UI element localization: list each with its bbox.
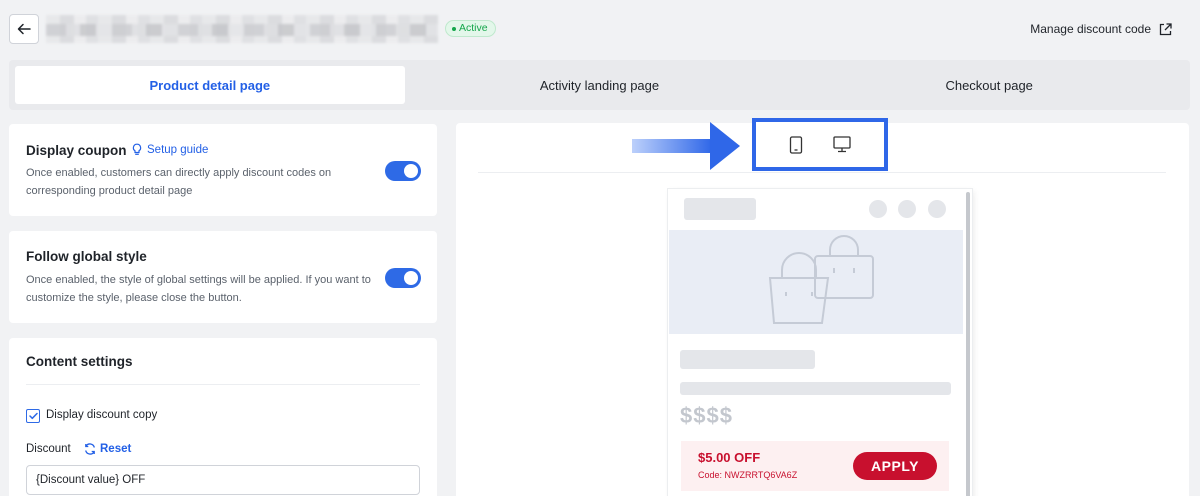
coupon-code: Code: NWZRRTQ6VA6Z <box>698 470 798 480</box>
status-badge: Active <box>445 20 496 37</box>
apply-button[interactable]: APPLY <box>853 452 937 480</box>
display-discount-copy-checkbox[interactable] <box>26 409 40 423</box>
tab-checkout-page[interactable]: Checkout page <box>794 66 1184 104</box>
reset-label: Reset <box>100 443 132 455</box>
header: Active Manage discount code <box>0 0 1200 58</box>
tab-activity-landing-page[interactable]: Activity landing page <box>405 66 795 104</box>
mock-header-icon <box>869 200 887 218</box>
mock-logo-placeholder <box>684 198 756 220</box>
mobile-icon[interactable] <box>789 135 803 154</box>
reset-icon <box>85 443 95 455</box>
external-link-icon <box>1159 22 1172 35</box>
follow-global-style-description: Once enabled, the style of global settin… <box>26 274 371 304</box>
display-coupon-toggle[interactable] <box>385 161 421 181</box>
content-settings-title: Content settings <box>26 354 133 369</box>
display-coupon-title: Display coupon <box>26 143 127 158</box>
setup-guide-label: Setup guide <box>147 143 209 156</box>
back-arrow-icon <box>17 23 31 35</box>
coupon-amount: $5.00 OFF <box>698 450 761 465</box>
setup-guide-link[interactable]: Setup guide <box>131 143 208 156</box>
bulb-icon <box>132 143 142 155</box>
manage-discount-code-link[interactable]: Manage discount code <box>1030 20 1172 38</box>
preview-divider <box>478 172 1166 173</box>
desktop-icon[interactable] <box>833 136 851 153</box>
page-title-redacted <box>46 15 438 43</box>
tab-product-detail-page[interactable]: Product detail page <box>15 66 405 104</box>
manage-discount-code-label: Manage discount code <box>1030 22 1151 36</box>
discount-copy-input[interactable]: {Discount value} OFF <box>26 465 420 495</box>
mock-header-icon <box>928 200 946 218</box>
mock-header-icon <box>898 200 916 218</box>
mock-title-placeholder <box>680 350 815 369</box>
reset-button[interactable]: Reset <box>84 443 131 455</box>
follow-global-style-toggle[interactable] <box>385 268 421 288</box>
mockup-scrollbar[interactable] <box>966 192 970 496</box>
mock-price: $$$$ <box>680 403 733 428</box>
checkbox-check-icon <box>28 412 38 420</box>
discount-label: Discount <box>26 443 71 455</box>
arrow-right-icon <box>632 122 740 170</box>
display-coupon-description: Once enabled, customers can directly app… <box>26 167 332 197</box>
device-switcher <box>752 118 888 171</box>
follow-global-style-title: Follow global style <box>26 249 147 264</box>
content-settings-divider <box>26 384 420 385</box>
page-tabs: Product detail page Activity landing pag… <box>9 60 1190 110</box>
display-discount-copy-label: Display discount copy <box>46 409 158 421</box>
back-button[interactable] <box>9 14 39 44</box>
mock-subtitle-placeholder <box>680 382 951 395</box>
shopping-bag-icon <box>768 235 874 324</box>
